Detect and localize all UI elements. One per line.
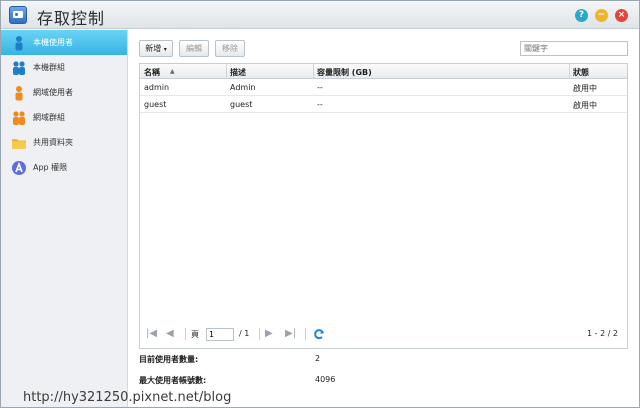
max-users-value: 4096: [315, 375, 336, 384]
close-button[interactable]: ×: [615, 9, 628, 22]
access-control-window: 存取控制 ? − × 本機使用者 本機群組 網域使用者 網域群組 共用資料夾 A…: [0, 0, 640, 408]
edit-button[interactable]: 編輯: [179, 40, 209, 57]
cell-description: guest: [230, 100, 253, 109]
sidebar-item-local-groups[interactable]: 本機群組: [1, 55, 127, 80]
users-table: 名稱 ▲ 描述 容量限制 (GB) 狀態 admin Admin -- 啟用中 …: [139, 63, 628, 349]
table-header: 名稱 ▲ 描述 容量限制 (GB) 狀態: [140, 64, 627, 79]
cell-quota: --: [317, 100, 323, 109]
folder-icon: [12, 139, 26, 149]
domain-group-icon: [13, 111, 25, 125]
column-header-status[interactable]: 狀態: [573, 67, 589, 78]
minimize-button[interactable]: −: [595, 9, 608, 22]
sidebar-item-label: 本機使用者: [33, 38, 73, 47]
refresh-icon[interactable]: [313, 328, 325, 340]
max-users-label: 最大使用者帳號數:: [139, 376, 207, 385]
sidebar-item-label: 本機群組: [33, 63, 65, 72]
cell-quota: --: [317, 83, 323, 92]
sidebar-item-label: 網域群組: [33, 113, 65, 122]
user-icon: [15, 36, 23, 51]
sidebar: 本機使用者 本機群組 網域使用者 網域群組 共用資料夾 App 權限: [1, 30, 128, 407]
page-number-input[interactable]: [206, 328, 234, 341]
sidebar-item-app-permissions[interactable]: App 權限: [1, 155, 127, 180]
current-users-value: 2: [315, 354, 321, 363]
column-header-quota[interactable]: 容量限制 (GB): [317, 67, 372, 78]
sidebar-item-shared-folders[interactable]: 共用資料夾: [1, 130, 127, 155]
table-row[interactable]: admin Admin -- 啟用中: [140, 79, 627, 96]
sidebar-item-label: 網域使用者: [33, 88, 73, 97]
first-page-icon[interactable]: |◀: [146, 328, 157, 339]
watermark-text: http://hy321250.pixnet.net/blog: [23, 390, 232, 405]
column-header-description[interactable]: 描述: [230, 67, 246, 78]
page-label: 頁: [191, 330, 199, 339]
pagination-bar: |◀ ◀ 頁 / 1 ▶ ▶| 1 - 2 / 2: [139, 324, 628, 348]
access-control-app-icon: [9, 6, 27, 24]
domain-user-icon: [15, 86, 23, 101]
prev-page-icon[interactable]: ◀: [166, 328, 174, 339]
app-icon: [12, 161, 26, 175]
page-total: / 1: [239, 329, 250, 338]
pager-divider: [305, 328, 306, 340]
add-button[interactable]: 新增 ▾: [139, 40, 173, 57]
cell-status: 啟用中: [573, 101, 597, 110]
pager-divider: [259, 328, 260, 340]
group-icon: [13, 61, 25, 75]
sidebar-item-label: App 權限: [33, 163, 68, 172]
record-range: 1 - 2 / 2: [587, 329, 619, 338]
sidebar-item-local-users[interactable]: 本機使用者: [1, 30, 127, 55]
column-divider: [226, 64, 227, 79]
chevron-down-icon: ▾: [163, 46, 167, 53]
sidebar-item-domain-groups[interactable]: 網域群組: [1, 105, 127, 130]
last-page-icon[interactable]: ▶|: [285, 328, 296, 339]
sidebar-item-domain-users[interactable]: 網域使用者: [1, 80, 127, 105]
column-header-name[interactable]: 名稱: [144, 67, 160, 78]
cell-name: admin: [144, 83, 170, 92]
search-input[interactable]: [520, 41, 628, 56]
column-divider: [313, 64, 314, 79]
pager-divider: [185, 328, 186, 340]
add-button-label: 新增: [145, 44, 162, 53]
table-row[interactable]: guest guest -- 啟用中: [140, 96, 627, 113]
remove-button[interactable]: 移除: [215, 40, 245, 57]
next-page-icon[interactable]: ▶: [265, 328, 273, 339]
sort-ascending-icon: ▲: [170, 68, 175, 75]
help-button[interactable]: ?: [575, 9, 588, 22]
cell-status: 啟用中: [573, 84, 597, 93]
column-divider: [569, 64, 570, 79]
main-panel: 新增 ▾ 編輯 移除 名稱 ▲ 描述 容量限制 (GB) 狀態 admin Ad…: [128, 30, 639, 407]
cell-description: Admin: [230, 83, 256, 92]
current-users-label: 目前使用者數量:: [139, 355, 199, 364]
window-title: 存取控制: [37, 9, 106, 28]
sidebar-item-label: 共用資料夾: [33, 138, 73, 147]
title-bar: 存取控制 ? − ×: [1, 1, 639, 29]
cell-name: guest: [144, 100, 167, 109]
